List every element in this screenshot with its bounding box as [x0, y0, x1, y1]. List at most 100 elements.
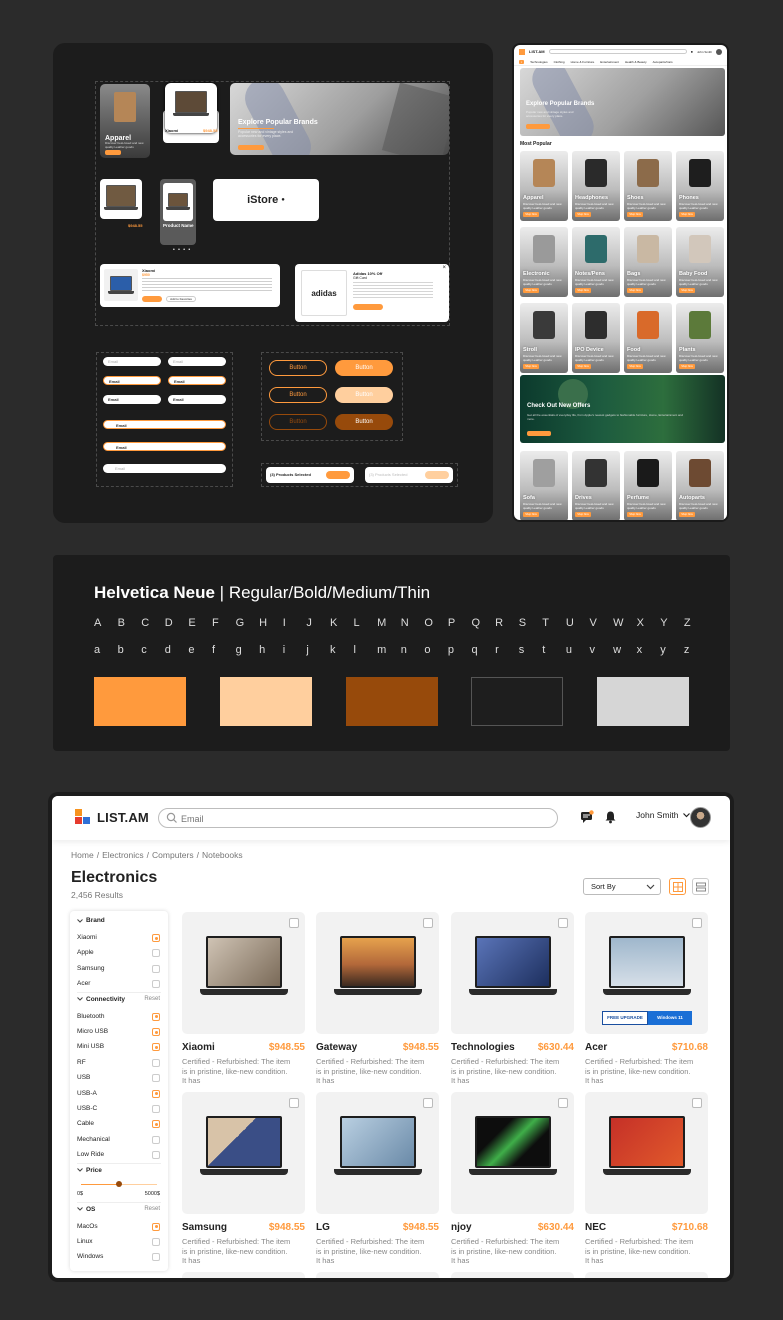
selection-bar-disabled[interactable]: (3) Products Selected — [365, 467, 453, 483]
preview-nav-item[interactable]: Home & Furniture — [571, 60, 595, 64]
filter-option[interactable]: Apple — [77, 949, 94, 956]
laptop-tile[interactable] — [100, 179, 142, 219]
popular-card-button[interactable]: Shop Now — [627, 512, 643, 517]
email-input-filled[interactable]: Email — [103, 395, 161, 404]
popular-card[interactable]: Notes/Pens Discover best-loved and new qu… — [572, 227, 620, 297]
filter-option[interactable]: USB-A — [77, 1090, 97, 1097]
popular-card[interactable]: Food Discover best-loved and new quality … — [624, 303, 672, 373]
product-select-checkbox[interactable] — [692, 1098, 702, 1108]
popular-card[interactable]: Plants Discover best-loved and new qualit… — [676, 303, 724, 373]
grid-view-button[interactable] — [669, 878, 686, 895]
filter-option[interactable]: Xiaomi — [77, 934, 97, 941]
email-input-focused[interactable]: Email — [103, 376, 161, 385]
product-name[interactable]: Acer — [585, 1042, 607, 1053]
filter-checkbox[interactable] — [152, 949, 160, 958]
hero-shop-button[interactable] — [238, 145, 264, 150]
filter-reset-link[interactable]: Reset — [144, 1206, 160, 1212]
messages-icon[interactable] — [580, 810, 594, 824]
product-name[interactable]: LG — [316, 1222, 330, 1233]
selection-action-button[interactable] — [326, 471, 350, 479]
apparel-card[interactable]: Apparel Discover best-loved and new qual… — [100, 84, 150, 158]
filter-checkbox[interactable] — [152, 1120, 160, 1129]
promo-favorites-button[interactable]: Add to Favorites — [166, 296, 196, 302]
button-fill-pressed[interactable]: Button — [335, 414, 393, 430]
filter-checkbox[interactable] — [152, 1238, 160, 1246]
preview-nav-item[interactable]: Health & Beauty — [625, 60, 647, 64]
popular-card-button[interactable]: Shop Now — [575, 212, 591, 217]
breadcrumb-computers[interactable]: Computers — [152, 850, 194, 860]
avatar[interactable] — [690, 807, 711, 828]
button-fill-default[interactable]: Button — [335, 360, 393, 376]
button-outline-pressed[interactable]: Button — [269, 414, 327, 430]
popular-card-button[interactable]: Shop Now — [679, 512, 695, 517]
email-input-wide-empty[interactable]: Email — [103, 464, 226, 473]
popular-card[interactable]: Phones Discover best-loved and new qualit… — [676, 151, 724, 221]
breadcrumb-notebooks[interactable]: Notebooks — [202, 850, 243, 860]
preview-nav-item[interactable]: Clothing — [554, 60, 565, 64]
offer-button[interactable] — [527, 431, 551, 436]
filter-option[interactable]: Windows — [77, 1253, 103, 1260]
product-select-checkbox[interactable] — [423, 1098, 433, 1108]
list-view-button[interactable] — [692, 878, 709, 895]
popular-card-button[interactable]: Shop Now — [627, 364, 643, 369]
preview-search[interactable] — [548, 49, 687, 54]
product-name[interactable]: Gateway — [316, 1042, 357, 1053]
popular-card[interactable]: IPO Device Discover best-loved and new qu… — [572, 303, 620, 373]
button-outline-default[interactable]: Button — [269, 360, 327, 376]
popular-card[interactable]: Bags Discover best-loved and new quality … — [624, 227, 672, 297]
product-select-checkbox[interactable] — [423, 918, 433, 928]
product-image[interactable] — [316, 1092, 439, 1214]
filter-checkbox[interactable] — [152, 934, 160, 942]
product-select-checkbox[interactable] — [692, 918, 702, 928]
product-image[interactable] — [451, 912, 574, 1034]
bell-icon[interactable] — [604, 810, 617, 824]
popular-card[interactable]: Drives Discover best-loved and new qualit… — [572, 451, 620, 520]
filter-option[interactable]: RF — [77, 1059, 86, 1066]
popular-card[interactable]: Baby Food Discover best-loved and new qua… — [676, 227, 724, 297]
breadcrumb-electronics[interactable]: Electronics — [102, 850, 144, 860]
filter-checkbox[interactable] — [152, 1253, 160, 1262]
filter-checkbox[interactable] — [152, 1012, 160, 1021]
popular-card-button[interactable]: Shop Now — [575, 288, 591, 293]
product-image[interactable] — [182, 912, 305, 1034]
preview-avatar[interactable] — [716, 48, 722, 55]
breadcrumb-home[interactable]: Home — [71, 850, 94, 860]
popular-card-button[interactable]: Shop Now — [575, 512, 591, 517]
user-menu[interactable]: John Smith — [636, 810, 690, 820]
popular-card-button[interactable]: Shop Now — [627, 288, 643, 293]
filter-option[interactable]: Linux — [77, 1238, 93, 1245]
button-fill-light[interactable]: Button — [335, 387, 393, 403]
search-input[interactable] — [181, 810, 541, 828]
apparel-shop-button[interactable] — [105, 150, 121, 155]
popular-card-button[interactable]: Shop Now — [575, 364, 591, 369]
popular-card-button[interactable]: Shop Now — [679, 212, 695, 217]
preview-nav-item[interactable]: Technologies — [530, 60, 548, 64]
product-select-checkbox[interactable] — [289, 918, 299, 928]
popular-card[interactable]: Shoes Discover best-loved and new quality… — [624, 151, 672, 221]
popular-card[interactable]: Autoparts Discover best-loved and new qua… — [676, 451, 724, 520]
adidas-claim-button[interactable] — [353, 304, 383, 310]
filter-section-header[interactable]: Price — [77, 1167, 102, 1174]
email-input-empty[interactable]: Email — [103, 357, 161, 366]
filter-checkbox[interactable] — [152, 964, 160, 973]
password-input-focused[interactable]: Email — [168, 376, 226, 385]
product-name-card[interactable]: Product Name — [160, 179, 196, 245]
filter-option[interactable]: USB-C — [77, 1105, 97, 1112]
product-image[interactable] — [585, 1092, 708, 1214]
password-input-filled[interactable]: Email — [168, 395, 226, 404]
product-name[interactable]: Samsung — [182, 1222, 227, 1233]
filter-option[interactable]: Bluetooth — [77, 1013, 104, 1020]
filter-checkbox[interactable] — [152, 1074, 160, 1083]
promo-buy-button[interactable] — [142, 296, 162, 302]
filter-option[interactable]: Micro USB — [77, 1028, 108, 1035]
preview-nav-item[interactable]: Autoparts/Cars — [653, 60, 673, 64]
popular-card-button[interactable]: Shop Now — [627, 212, 643, 217]
price-slider-handle[interactable] — [116, 1181, 122, 1188]
preview-hero-button[interactable] — [526, 124, 550, 129]
sort-dropdown[interactable]: Sort By — [583, 878, 661, 895]
password-input-empty[interactable]: Email — [168, 357, 226, 366]
price-slider-track[interactable] — [81, 1181, 157, 1188]
filter-option[interactable]: Mini USB — [77, 1043, 104, 1050]
product-image[interactable] — [451, 1092, 574, 1214]
filter-option[interactable]: Samsung — [77, 965, 104, 972]
